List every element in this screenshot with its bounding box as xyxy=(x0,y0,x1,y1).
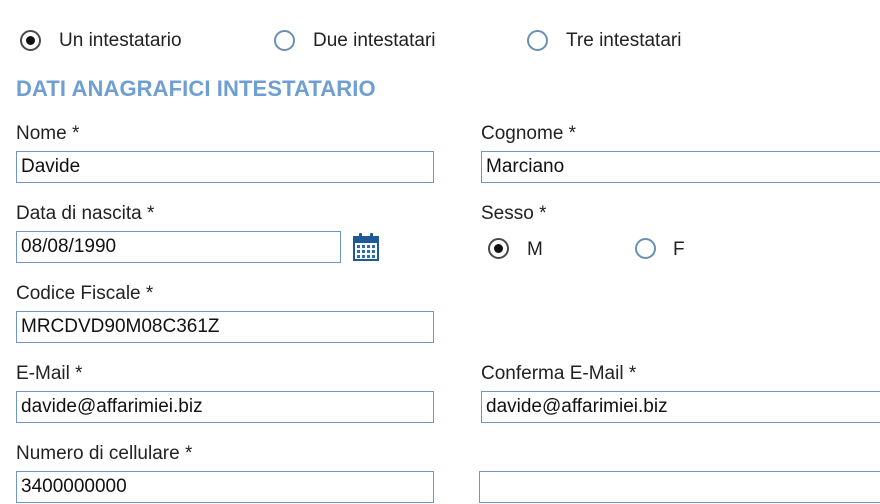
section-title: DATI ANAGRAFICI INTESTATARIO xyxy=(16,76,376,101)
radio-due-intestatari-label[interactable]: Due intestatari xyxy=(313,30,436,52)
calendar-icon[interactable] xyxy=(353,232,379,261)
nome-label: Nome * xyxy=(16,123,80,144)
email-input[interactable] xyxy=(16,391,434,423)
radio-tre-intestatari[interactable] xyxy=(527,30,548,51)
radio-sesso-f[interactable] xyxy=(635,238,656,259)
conferma-email-label: Conferma E-Mail * xyxy=(481,363,637,384)
radio-due-intestatari[interactable] xyxy=(274,30,295,51)
data-nascita-label: Data di nascita * xyxy=(16,203,155,224)
nome-input[interactable] xyxy=(16,151,434,183)
cognome-input[interactable] xyxy=(481,151,880,183)
email-label: E-Mail * xyxy=(16,363,83,384)
radio-sesso-m[interactable] xyxy=(488,238,509,259)
conferma-email-input[interactable] xyxy=(481,391,880,423)
data-nascita-input[interactable] xyxy=(16,231,341,263)
radio-sesso-m-label[interactable]: M xyxy=(527,239,543,261)
cognome-label: Cognome * xyxy=(481,123,577,144)
codice-fiscale-label: Codice Fiscale * xyxy=(16,283,154,304)
radio-un-intestatario-label[interactable]: Un intestatario xyxy=(59,30,182,52)
radio-tre-intestatari-label[interactable]: Tre intestatari xyxy=(566,30,681,52)
cellulare-label: Numero di cellulare * xyxy=(16,443,193,464)
radio-sesso-f-label[interactable]: F xyxy=(673,239,685,261)
codice-fiscale-input[interactable] xyxy=(16,311,434,343)
cellulare-input[interactable] xyxy=(16,471,434,503)
sesso-label: Sesso * xyxy=(481,203,547,224)
radio-un-intestatario[interactable] xyxy=(20,30,41,51)
secondary-input[interactable] xyxy=(479,471,880,503)
